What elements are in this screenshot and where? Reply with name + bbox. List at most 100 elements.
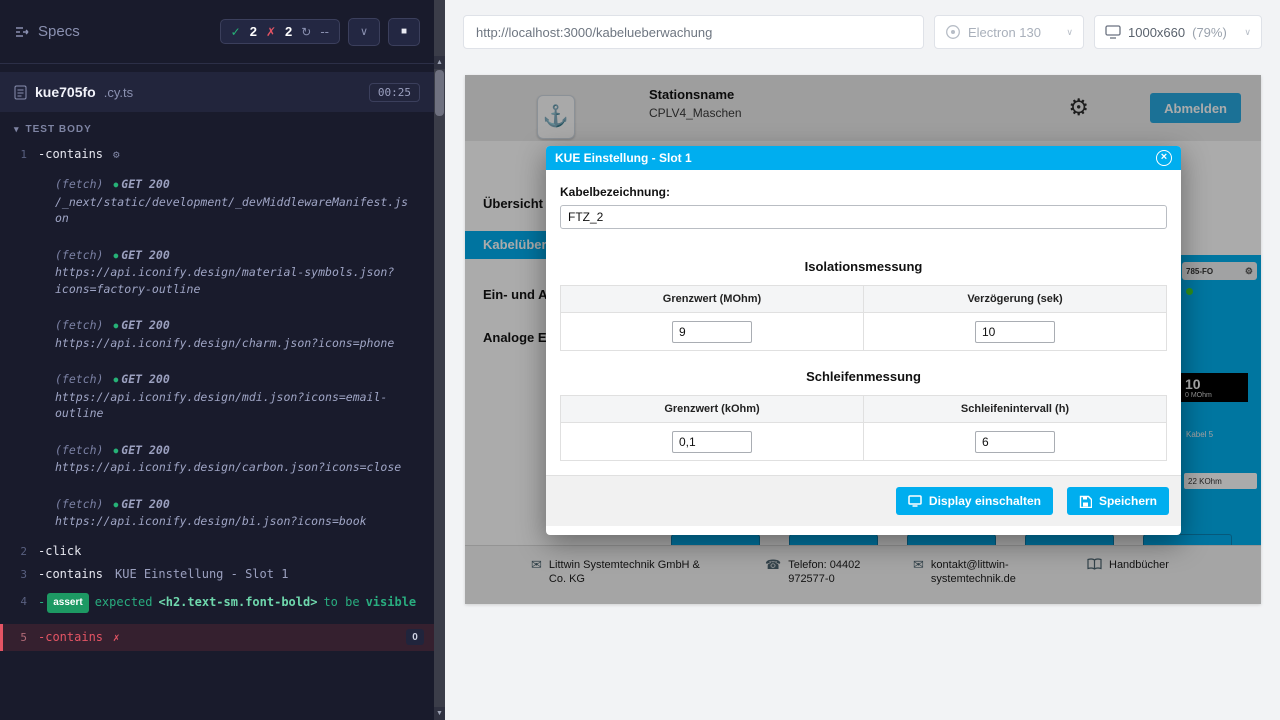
specs-label[interactable]: Specs (38, 23, 80, 40)
reporter-scrollbar[interactable]: ▲ ▼ (434, 0, 445, 720)
scrollbar-thumb[interactable] (435, 70, 444, 116)
stop-button[interactable]: ■ (388, 18, 420, 46)
cypress-reporter: Specs ✓ 2 ✗ 2 ↻ -- ∨ ■ kue705fo .cy.ts 0… (0, 0, 434, 720)
test-stats: ✓ 2 ✗ 2 ↻ -- (220, 19, 340, 44)
modal-footer: Display einschalten Speichern (546, 475, 1181, 526)
loop-table: Grenzwert (kOhm) Schleifenintervall (h) (560, 395, 1167, 461)
viewport-zoom: (79%) (1192, 25, 1227, 40)
stop-icon: ■ (401, 26, 407, 37)
command-row-contains-2[interactable]: 3 -contains KUE Einstellung - Slot 1 (0, 563, 434, 586)
iso-limit-cell (561, 313, 864, 351)
display-on-label: Display einschalten (929, 494, 1041, 508)
network-log-entry[interactable]: (fetch)●GET 200 https://api.iconify.desi… (0, 496, 434, 530)
pending-icon: ↻ (301, 25, 311, 39)
browser-icon (945, 24, 961, 40)
iso-delay-cell (864, 313, 1167, 351)
viewport-select[interactable]: 1000x660 (79%) ∨ (1094, 15, 1262, 49)
spec-file-icon (14, 85, 27, 100)
scroll-down-arrow[interactable]: ▼ (434, 707, 445, 720)
loop-limit-input[interactable] (672, 431, 752, 453)
display-icon (908, 495, 922, 507)
passed-icon: ✓ (231, 25, 241, 39)
iso-limit-input[interactable] (672, 321, 752, 343)
spec-name: kue705fo (35, 84, 96, 100)
assert-visible: visible (366, 595, 417, 609)
command-name: -contains (38, 146, 103, 163)
fetch-url: https://api.iconify.design/material-symb… (55, 264, 412, 297)
display-on-button[interactable]: Display einschalten (896, 487, 1053, 515)
fetch-url: https://api.iconify.design/mdi.json?icon… (55, 389, 412, 422)
iso-col-delay: Verzögerung (sek) (864, 286, 1167, 313)
collapse-button[interactable]: ∨ (348, 18, 380, 46)
save-button[interactable]: Speichern (1067, 487, 1169, 515)
iso-delay-input[interactable] (975, 321, 1055, 343)
fetch-tag: (fetch) (55, 318, 103, 332)
fetch-status: GET 200 (121, 318, 169, 332)
browser-select[interactable]: Electron 130 ∨ (934, 15, 1084, 49)
fetch-status: GET 200 (121, 177, 169, 191)
viewport-size: 1000x660 (1128, 25, 1185, 40)
failed-count: 2 (285, 24, 292, 39)
command-number: 2 (0, 543, 38, 560)
command-row-assert[interactable]: 4 -assertexpected<h2.text-sm.font-bold>t… (0, 590, 434, 616)
cable-name-input[interactable] (560, 205, 1167, 229)
command-number: 1 (0, 146, 38, 163)
failed-icon: ✗ (266, 25, 276, 39)
spec-timer: 00:25 (369, 83, 420, 102)
spec-extension: .cy.ts (104, 85, 133, 100)
fetch-status: GET 200 (121, 443, 169, 457)
network-log-entry[interactable]: (fetch) ●GET 200 https://api.iconify.desi… (0, 247, 434, 298)
network-log-entry[interactable]: (fetch)●GET 200 https://api.iconify.desi… (0, 371, 434, 422)
fetch-status: GET 200 (121, 248, 169, 262)
command-row-contains-failed[interactable]: 5 -contains ✗ 0 (0, 624, 434, 651)
reporter-header: Specs ✓ 2 ✗ 2 ↻ -- ∨ ■ (0, 0, 434, 64)
fail-cross-icon: ✗ (113, 629, 120, 646)
command-row-contains-1[interactable]: 1 -contains ⚙ (0, 143, 434, 166)
loop-col-limit: Grenzwert (kOhm) (561, 396, 864, 423)
close-icon[interactable]: × (1156, 150, 1172, 166)
pending-count: -- (320, 24, 329, 39)
loop-limit-cell (561, 423, 864, 461)
aut-topbar: Electron 130 ∨ 1000x660 (79%) ∨ (445, 0, 1280, 49)
aut-panel: Electron 130 ∨ 1000x660 (79%) ∨ ⚓ Statio… (445, 0, 1280, 720)
chevron-down-icon: ∨ (1244, 27, 1251, 38)
command-name: -contains (38, 566, 103, 583)
loop-interval-input[interactable] (975, 431, 1055, 453)
fetch-tag: (fetch) (55, 248, 103, 262)
status-dot-icon: ● (113, 180, 118, 189)
save-floppy-icon (1079, 495, 1092, 508)
assert-message: -assertexpected<h2.text-sm.font-bold>to … (38, 593, 424, 613)
spec-file-row[interactable]: kue705fo .cy.ts 00:25 (0, 72, 434, 112)
browser-name: Electron 130 (968, 25, 1041, 40)
command-number: 5 (3, 629, 38, 646)
fetch-url: https://api.iconify.design/carbon.json?i… (55, 459, 412, 476)
status-dot-icon: ● (113, 500, 118, 509)
chevron-down-icon: ∨ (1066, 27, 1073, 38)
loop-col-interval: Schleifenintervall (h) (864, 396, 1167, 423)
specs-list-icon (14, 24, 30, 40)
test-body-toggle[interactable]: ▾ TEST BODY (0, 112, 434, 143)
assert-to-be: to be (323, 595, 359, 609)
assert-selector: <h2.text-sm.font-bold> (159, 595, 318, 609)
iso-col-limit: Grenzwert (MOhm) (561, 286, 864, 313)
app-under-test: ⚓ Stationsname CPLV4_Maschen ⚙ Abmelden … (465, 75, 1261, 604)
gear-icon: ⚙ (113, 146, 120, 163)
network-log-entry[interactable]: (fetch)●GET 200 https://api.iconify.desi… (0, 442, 434, 476)
network-log-entry[interactable]: (fetch)●GET 200 https://api.iconify.desi… (0, 317, 434, 351)
isolation-section-title: Isolationsmessung (560, 259, 1167, 274)
scroll-up-arrow[interactable]: ▲ (434, 56, 445, 69)
assert-dash: - (38, 595, 45, 609)
caret-down-icon: ▾ (14, 124, 20, 135)
network-log-entry[interactable]: (fetch)●GET 200 /_next/static/developmen… (0, 176, 434, 227)
command-row-click[interactable]: 2 -click (0, 540, 434, 563)
url-input[interactable] (463, 15, 924, 49)
test-body-label: TEST BODY (26, 124, 92, 135)
command-name: -contains (38, 629, 103, 646)
fetch-tag: (fetch) (55, 497, 103, 511)
command-argument: KUE Einstellung - Slot 1 (115, 566, 288, 583)
status-dot-icon: ● (113, 321, 118, 330)
assert-badge: assert (47, 593, 88, 613)
fetch-tag: (fetch) (55, 372, 103, 386)
status-dot-icon: ● (113, 251, 118, 260)
fetch-url: /_next/static/development/_devMiddleware… (55, 194, 412, 227)
